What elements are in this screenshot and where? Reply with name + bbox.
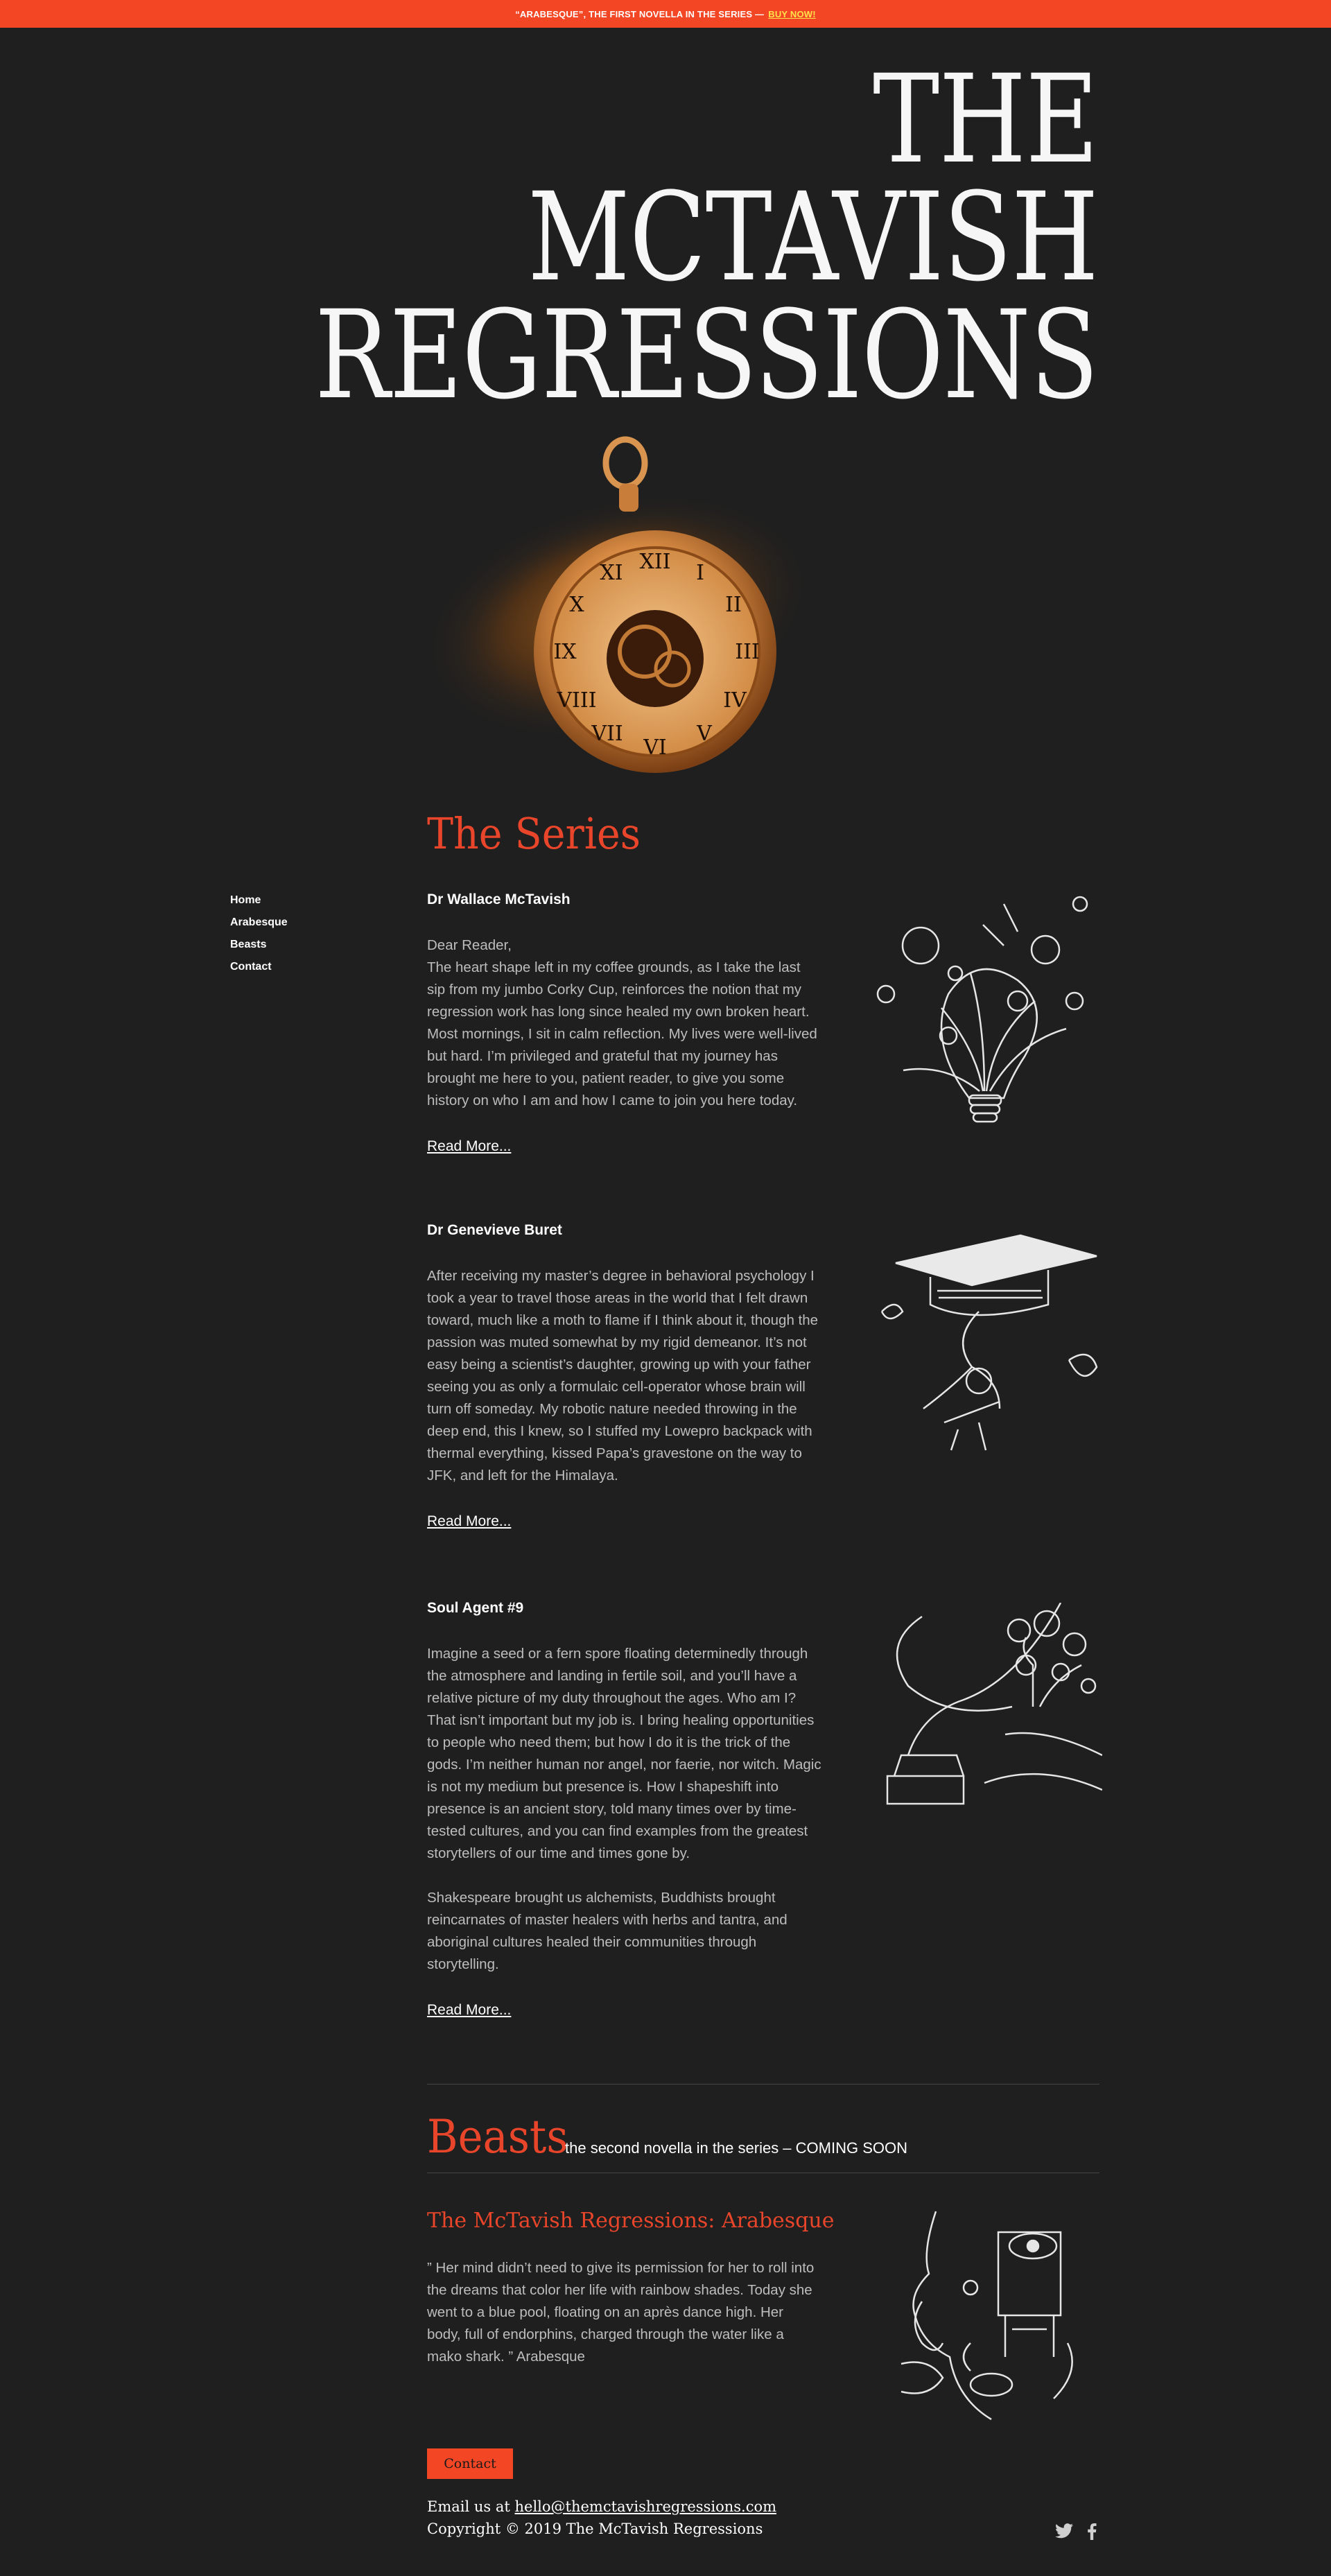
svg-text:I: I <box>696 561 704 585</box>
nav-item-contact[interactable]: Contact <box>230 961 288 973</box>
entry-greeting: Dear Reader, <box>427 937 512 953</box>
contact-button[interactable]: Contact <box>427 2448 513 2479</box>
email-link[interactable]: hello@themctavishregressions.com <box>515 2498 777 2515</box>
svg-text:VII: VII <box>591 722 623 746</box>
svg-text:II: II <box>725 593 742 617</box>
arabesque-quote: ” Her mind didn’t need to give its permi… <box>427 2260 815 2365</box>
section-divider <box>427 2084 1099 2085</box>
entry-paragraph: After receiving my master’s degree in be… <box>427 1268 819 1483</box>
email-prefix: Email us at <box>427 2498 510 2515</box>
svg-text:VI: VI <box>643 736 667 760</box>
svg-text:V: V <box>696 722 713 746</box>
entry-paragraph: The heart shape left in my coffee ground… <box>427 959 817 1108</box>
entry-title: Dr Genevieve Buret <box>427 1222 562 1238</box>
beasts-heading: Beasts <box>427 2110 568 2164</box>
announcement-banner: “ARABESQUE”, THE FIRST NOVELLA IN THE SE… <box>0 0 1331 28</box>
banner-text: “ARABESQUE”, THE FIRST NOVELLA IN THE SE… <box>515 8 765 19</box>
lightbulb-illustration <box>872 890 1094 1126</box>
typewriter-tree-illustration <box>880 1602 1103 1818</box>
read-more-link[interactable]: Read More... <box>427 1138 511 1154</box>
site-title-line-1: THE <box>872 49 1099 191</box>
svg-text:IV: IV <box>723 688 747 713</box>
nav-item-home[interactable]: Home <box>230 894 288 907</box>
site-title-line-3: REGRESSIONS <box>315 284 1099 426</box>
entry-paragraph: Shakespeare brought us alchemists, Buddh… <box>427 1890 788 1972</box>
beasts-subtitle: the second novella in the series – COMIN… <box>565 2139 907 2157</box>
site-title: THE MCTAVISH REGRESSIONS <box>302 49 1099 426</box>
social-links <box>1055 2523 1097 2543</box>
svg-text:X: X <box>569 593 584 617</box>
facebook-icon[interactable] <box>1087 2523 1097 2543</box>
nav-item-beasts[interactable]: Beasts <box>230 939 288 951</box>
svg-text:XI: XI <box>600 561 623 585</box>
svg-text:III: III <box>735 640 760 664</box>
svg-text:IX: IX <box>553 640 577 664</box>
nav-item-arabesque[interactable]: Arabesque <box>230 916 288 929</box>
series-entry-wallace: Dr Wallace McTavish Dear Reader, The hea… <box>427 891 822 1155</box>
entry-paragraph: Imagine a seed or a fern spore floating … <box>427 1646 821 1861</box>
face-line-illustration <box>894 2204 1088 2426</box>
site-title-line-2: MCTAVISH <box>528 166 1099 308</box>
copyright: Copyright © 2019 The McTavish Regression… <box>427 2521 763 2537</box>
entry-title: Dr Wallace McTavish <box>427 891 571 907</box>
svg-text:XII: XII <box>639 550 670 574</box>
arabesque-title: The McTavish Regressions: Arabesque <box>427 2209 835 2233</box>
read-more-link[interactable]: Read More... <box>427 2002 511 2018</box>
svg-text:VIII: VIII <box>556 688 596 713</box>
pocket-watch-image: XII I II III IV V VI VII VIII IX X XI <box>416 430 929 790</box>
series-heading: The Series <box>427 808 641 859</box>
graduation-cap-illustration <box>875 1221 1104 1457</box>
side-nav: Home Arabesque Beasts Contact <box>230 894 288 983</box>
read-more-link[interactable]: Read More... <box>427 1513 511 1529</box>
twitter-icon[interactable] <box>1055 2523 1073 2543</box>
series-entry-soul-agent: Soul Agent #9 Imagine a seed or a fern s… <box>427 1600 822 2019</box>
series-entry-genevieve: Dr Genevieve Buret After receiving my ma… <box>427 1222 822 1530</box>
footer-email-line: Email us at hello@themctavishregressions… <box>427 2498 776 2515</box>
buy-now-link[interactable]: BUY NOW! <box>768 9 816 19</box>
entry-title: Soul Agent #9 <box>427 1600 524 1616</box>
